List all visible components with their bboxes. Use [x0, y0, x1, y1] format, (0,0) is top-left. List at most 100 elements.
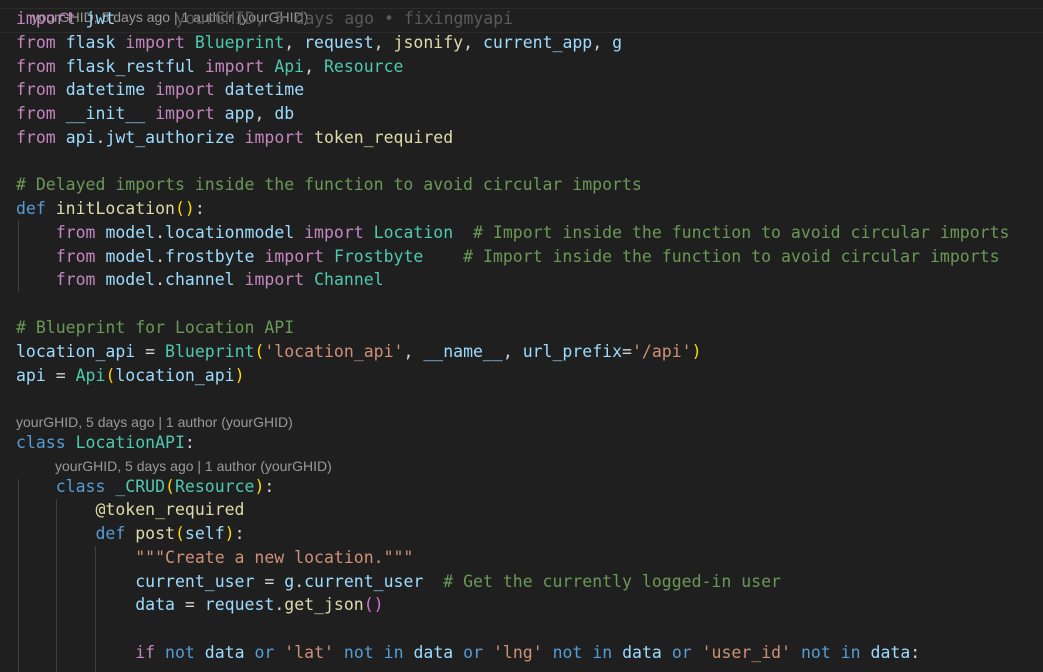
code-token: import: [155, 80, 215, 99]
code-token: model: [105, 247, 156, 266]
code-token: ,: [463, 33, 483, 52]
code-token: ,: [254, 104, 275, 123]
code-token: Frostbyte: [333, 247, 424, 266]
code-line[interactable]: """Create a new location.""": [16, 546, 413, 570]
code-line[interactable]: from model.locationmodel import Location…: [16, 221, 1010, 245]
code-token: api: [65, 128, 96, 147]
code-line[interactable]: from api.jwt_authorize import token_requ…: [16, 126, 453, 150]
code-token: in: [592, 643, 613, 662]
code-token: ,: [373, 33, 394, 52]
code-line[interactable]: data = request.get_json(): [16, 593, 383, 617]
code-token: (): [174, 199, 195, 218]
codelens-text: yourGHID, 5 days ago | 1 author (yourGHI…: [16, 414, 293, 430]
code-token: frostbyte: [165, 247, 255, 266]
code-line[interactable]: from flask import Blueprint, request, js…: [16, 31, 622, 55]
code-line[interactable]: def post(self):: [16, 522, 244, 546]
code-token: app: [224, 104, 255, 123]
code-line[interactable]: from __init__ import app, db: [16, 102, 294, 126]
code-token: current_user: [304, 572, 424, 591]
code-token: # Delayed imports inside the function to…: [16, 175, 642, 194]
code-line[interactable]: location_api = Blueprint('location_api',…: [16, 340, 702, 364]
code-token: location_api: [16, 342, 136, 361]
code-line[interactable]: def initLocation():: [16, 197, 205, 221]
code-line[interactable]: from flask_restful import Api, Resource: [16, 55, 403, 79]
code-token: from: [16, 104, 56, 123]
code-token: 'location_api': [264, 342, 404, 361]
code-token: Resource: [174, 477, 255, 496]
code-token: @token_required: [95, 500, 245, 519]
code-token: channel: [165, 270, 235, 289]
code-token: data: [870, 643, 911, 662]
code-token: # Blueprint for Location API: [16, 318, 295, 337]
code-token: locationmodel: [165, 223, 295, 242]
code-line[interactable]: api = Api(location_api): [16, 364, 245, 388]
code-editor[interactable]: yourGHID, 5 days ago | 1 author (yourGHI…: [0, 0, 1043, 672]
code-token: Api: [75, 366, 106, 385]
code-line[interactable]: @token_required: [16, 498, 245, 522]
code-token: db: [274, 104, 295, 123]
code-token: ,: [592, 33, 613, 52]
code-token: .: [155, 247, 166, 266]
code-line[interactable]: # Delayed imports inside the function to…: [16, 173, 642, 197]
code-token: not: [552, 643, 583, 662]
code-line[interactable]: if not data or 'lat' not in data or 'lng…: [16, 641, 920, 665]
code-token: or: [463, 643, 484, 662]
code-token: (: [254, 342, 265, 361]
code-token: LocationAPI: [75, 433, 185, 452]
code-token: ): [224, 524, 235, 543]
code-token: current_app: [482, 33, 593, 52]
code-token: # Import inside the function to avoid ci…: [463, 247, 1000, 266]
code-token: from: [55, 223, 96, 242]
code-token: :: [264, 477, 275, 496]
code-line[interactable]: import jwt yourGHID, 5 days ago • fixingm…: [16, 7, 513, 31]
code-token: from: [16, 128, 56, 147]
code-line[interactable]: class LocationAPI:: [16, 431, 195, 455]
code-token: class: [16, 433, 66, 452]
code-token: data: [204, 643, 245, 662]
code-token: ,: [403, 342, 424, 361]
code-token: model: [105, 223, 156, 242]
code-line[interactable]: class _CRUD(Resource):: [16, 475, 275, 499]
code-token: 'user_id': [701, 643, 792, 662]
code-token: import: [304, 223, 364, 242]
code-line[interactable]: from model.frostbyte import Frostbyte # …: [16, 245, 1000, 269]
code-token: token_required: [314, 128, 454, 147]
code-token: import: [125, 33, 185, 52]
code-token: from: [55, 270, 96, 289]
code-token: def: [16, 199, 46, 218]
code-token: Blueprint: [194, 33, 285, 52]
code-token: .: [95, 128, 106, 147]
code-line[interactable]: current_user = g.current_user # Get the …: [16, 570, 781, 594]
code-line[interactable]: from model.channel import Channel: [16, 268, 384, 292]
codelens-blame[interactable]: yourGHID, 5 days ago | 1 author (yourGHI…: [16, 413, 293, 431]
code-token: jwt_authorize: [105, 128, 235, 147]
code-token: api: [16, 366, 46, 385]
code-line[interactable]: # Blueprint for Location API: [16, 316, 294, 340]
code-line[interactable]: from datetime import datetime: [16, 78, 304, 102]
codelens-blame[interactable]: yourGHID, 5 days ago | 1 author (yourGHI…: [55, 457, 332, 475]
